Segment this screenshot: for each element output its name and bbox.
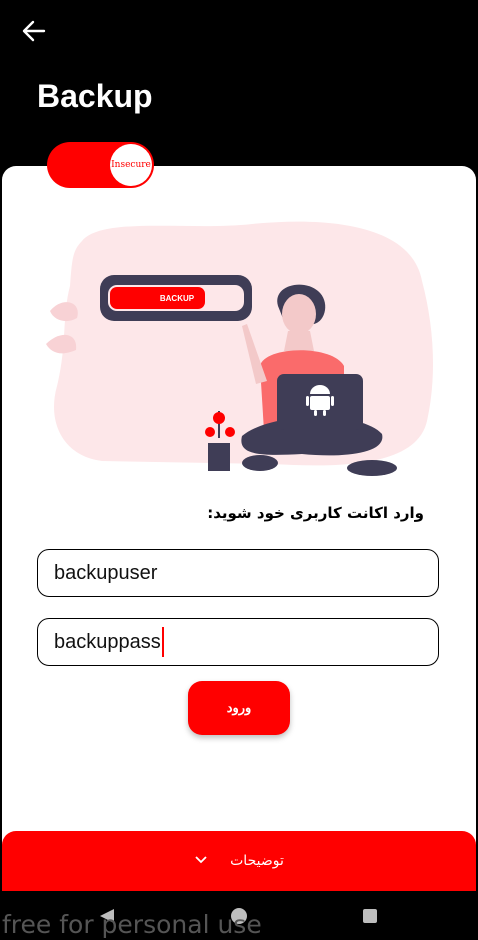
password-input[interactable]: backuppass — [37, 618, 439, 666]
description-toggle[interactable]: توضیحات — [2, 831, 476, 891]
description-label: توضیحات — [230, 853, 284, 869]
page-title: Backup — [37, 78, 153, 114]
arrow-left-icon — [22, 20, 46, 42]
password-value: backuppass — [54, 630, 161, 653]
backup-illustration: BACKUP — [46, 221, 434, 476]
nav-recents-icon[interactable] — [361, 907, 379, 925]
backup-badge-label: BACKUP — [160, 294, 195, 303]
blob-shape — [54, 221, 434, 466]
plant-pot — [208, 443, 230, 471]
toggle-label: Insecure — [111, 160, 151, 170]
login-prompt: وارد اکانت کاربری خود شوید: — [207, 504, 424, 522]
toggle-knob: Insecure — [110, 144, 152, 186]
login-card: BACKUP وارد اکانت کاربری خود شوید: backu… — [2, 166, 476, 926]
chevron-down-icon — [194, 853, 208, 869]
leaf-shape — [50, 302, 78, 322]
back-button[interactable] — [20, 17, 48, 45]
text-caret — [161, 627, 164, 657]
username-input[interactable]: backupuser — [37, 549, 439, 597]
insecure-toggle[interactable]: Insecure — [47, 142, 154, 188]
login-button[interactable]: ورود — [188, 681, 290, 735]
watermark-text: free for personal use — [2, 910, 262, 939]
leaf-shape — [46, 334, 77, 354]
username-value: backupuser — [54, 561, 158, 584]
